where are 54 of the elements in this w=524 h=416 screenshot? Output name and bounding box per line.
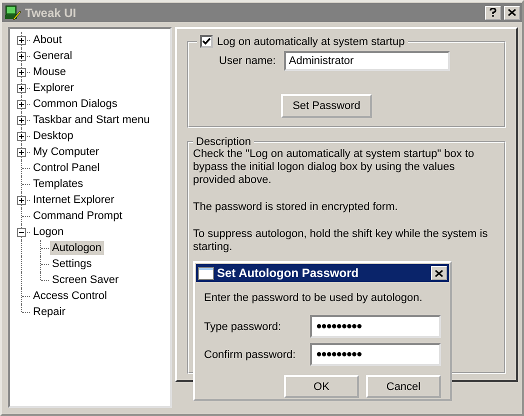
window-icon <box>198 266 214 280</box>
app-icon <box>4 4 22 20</box>
close-button[interactable] <box>504 6 520 20</box>
autologon-checkbox[interactable] <box>200 35 213 48</box>
password-field[interactable]: ●●●●●●●●● <box>310 343 441 366</box>
field-label: Type password: <box>204 320 282 332</box>
expand-icon[interactable] <box>17 84 26 93</box>
expand-icon[interactable] <box>17 132 26 141</box>
dialog-prompt: Enter the password to be used by autologon. <box>204 292 424 304</box>
expand-icon[interactable] <box>17 52 26 61</box>
tree-item[interactable]: Access Control <box>31 289 109 303</box>
window-title: Tweak UI <box>25 6 78 20</box>
password-field[interactable]: ●●●●●●●●● <box>310 315 441 338</box>
description-text: Check the "Log on automatically at system startup" box to bypass the initial logon dialog box by using the values provided above. <box>193 148 476 187</box>
tree-item[interactable]: Screen Saver <box>50 273 121 287</box>
expand-icon[interactable] <box>17 100 26 109</box>
description-text: To suppress autologon, hold the shift key while the system is starting. <box>193 228 488 254</box>
tree-item[interactable]: General <box>31 49 74 63</box>
checkbox-label: Log on automatically at system startup <box>217 36 405 48</box>
tree-item[interactable]: Common Dialogs <box>31 97 120 111</box>
tree-item[interactable]: Repair <box>31 305 68 319</box>
expand-icon[interactable] <box>17 68 26 77</box>
expand-icon[interactable] <box>17 148 26 157</box>
close-icon <box>508 9 516 16</box>
dialog-button[interactable]: OK <box>284 375 359 398</box>
help-button[interactable] <box>485 6 501 20</box>
dialog-button[interactable]: Cancel <box>366 375 441 398</box>
tree-item[interactable]: My Computer <box>31 145 102 159</box>
description-text: The password is stored in encrypted form. <box>193 201 399 214</box>
tree-item[interactable]: About <box>31 33 64 47</box>
field-label: Confirm password: <box>204 348 296 360</box>
user-name-field[interactable]: Administrator <box>284 51 450 71</box>
tree-item[interactable]: Internet Explorer <box>31 193 116 207</box>
tree-item[interactable]: Taskbar and Start menu <box>31 113 152 127</box>
tree-item[interactable]: Logon <box>31 225 66 239</box>
group-title: Description <box>195 136 252 148</box>
dialog-title: Set Autologon Password <box>217 266 360 280</box>
set-password-button[interactable]: Set Password <box>281 94 372 118</box>
tree-item[interactable]: Control Panel <box>31 161 102 175</box>
field-label: User name: <box>219 55 276 67</box>
tree-item[interactable]: Command Prompt <box>31 209 124 223</box>
expand-icon[interactable] <box>17 196 26 205</box>
help-icon <box>489 8 497 17</box>
collapse-icon[interactable] <box>17 228 26 237</box>
tree-item[interactable]: Autologon <box>50 241 104 255</box>
close-icon <box>435 270 443 276</box>
expand-icon[interactable] <box>17 116 26 125</box>
tree-item[interactable]: Templates <box>31 177 86 191</box>
tree-item[interactable]: Settings <box>50 257 94 271</box>
tree-item[interactable]: Mouse <box>31 65 68 79</box>
tree-item[interactable]: Explorer <box>31 81 76 95</box>
close-button[interactable] <box>431 266 447 280</box>
expand-icon[interactable] <box>17 36 26 45</box>
tree-item[interactable]: Desktop <box>31 129 76 143</box>
